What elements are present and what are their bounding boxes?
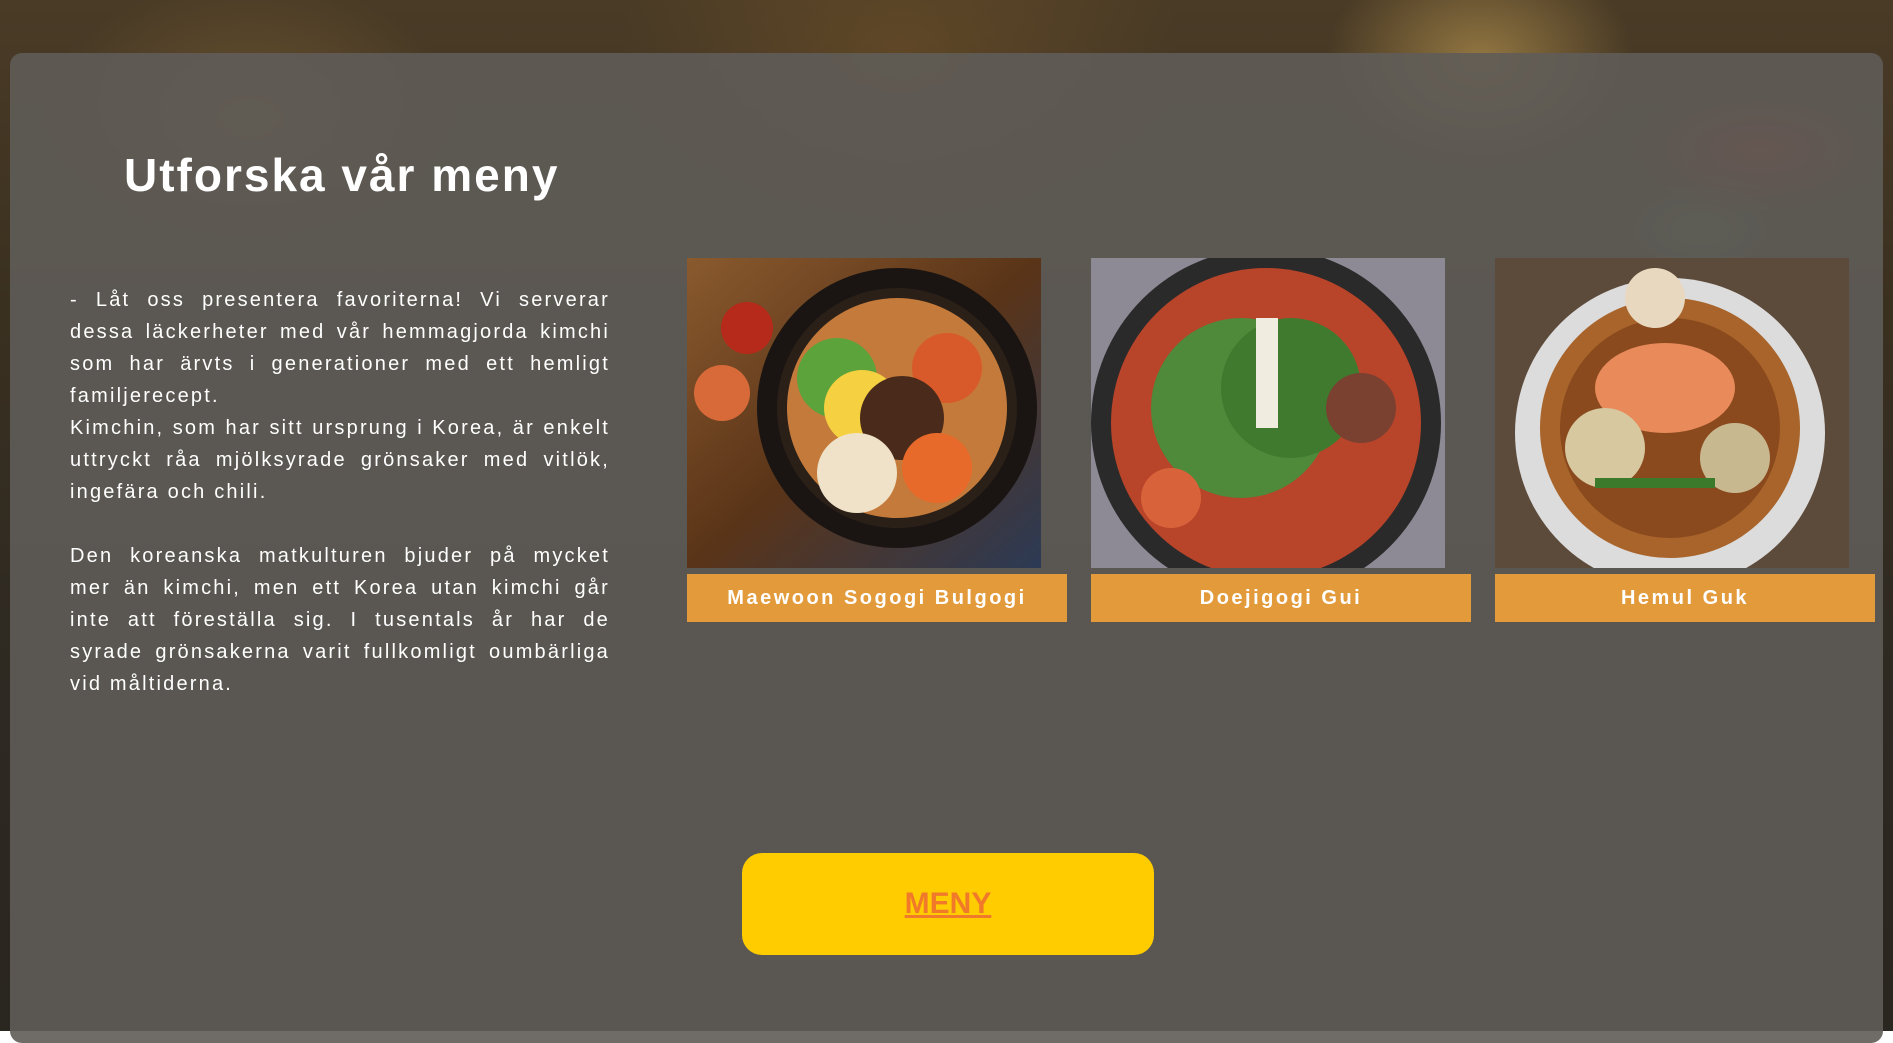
dish-card[interactable]: Maewoon Sogogi Bulgogi	[687, 258, 1067, 622]
dish-card[interactable]: Hemul Guk	[1495, 258, 1875, 622]
menu-button-label[interactable]: MENY	[905, 887, 992, 921]
intro-paragraph-2: Kimchin, som har sitt ursprung i Korea, …	[70, 417, 610, 503]
dish-label[interactable]: Hemul Guk	[1495, 574, 1875, 622]
seafood-soup-photo	[1495, 258, 1849, 568]
menu-button[interactable]: MENY	[742, 853, 1154, 955]
section-title: Utforska vår meny	[124, 149, 560, 201]
dish-label[interactable]: Maewoon Sogogi Bulgogi	[687, 574, 1067, 622]
dish-card[interactable]: Doejigogi Gui	[1091, 258, 1471, 622]
intro-paragraph-3: Den koreanska matkulturen bjuder på myck…	[70, 545, 610, 695]
intro-text: - Låt oss presentera favoriterna! Vi ser…	[70, 284, 610, 700]
stew-photo	[1091, 258, 1445, 568]
bibimbap-photo	[687, 258, 1041, 568]
dish-label[interactable]: Doejigogi Gui	[1091, 574, 1471, 622]
intro-paragraph-1: - Låt oss presentera favoriterna! Vi ser…	[70, 289, 610, 407]
